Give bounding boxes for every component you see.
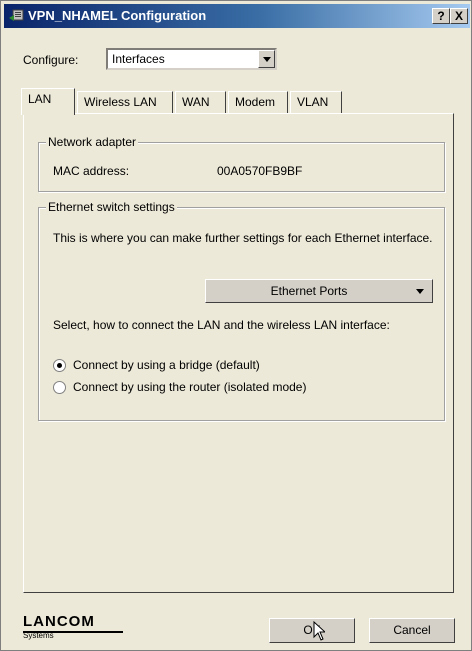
tab-vlan-label: VLAN xyxy=(297,95,329,109)
cancel-button-label: Cancel xyxy=(393,623,431,637)
tab-lan[interactable]: LAN xyxy=(21,88,75,115)
mac-address-label: MAC address: xyxy=(53,164,130,178)
bridge-radio[interactable] xyxy=(53,359,66,372)
router-radio[interactable] xyxy=(53,381,66,394)
tab-wireless-lan[interactable]: Wireless LAN xyxy=(77,91,173,113)
chevron-down-icon xyxy=(263,57,271,62)
ethernet-switch-legend: Ethernet switch settings xyxy=(46,200,177,214)
configure-label: Configure: xyxy=(23,53,79,67)
ok-button[interactable]: OK xyxy=(269,618,355,643)
tab-lan-label: LAN xyxy=(28,92,52,106)
help-button[interactable]: ? xyxy=(432,8,450,24)
brand-subtitle: Systems xyxy=(23,631,54,640)
ethernet-ports-button[interactable]: Ethernet Ports xyxy=(205,279,433,303)
brand-name: LANCOM xyxy=(23,613,95,630)
window-title: VPN_NHAMEL Configuration xyxy=(28,8,207,23)
mac-address-value: 00A0570FB9BF xyxy=(217,164,303,178)
router-radio-label[interactable]: Connect by using the router (isolated mo… xyxy=(73,380,306,394)
tab-modem-label: Modem xyxy=(235,95,276,109)
title-bar[interactable]: VPN_NHAMEL Configuration ? X xyxy=(4,4,470,28)
mouse-cursor-icon xyxy=(313,621,325,641)
tab-vlan[interactable]: VLAN xyxy=(290,91,342,113)
lan-tab-panel: Network adapter MAC address: 00A0570FB9B… xyxy=(23,113,454,593)
configuration-dialog: VPN_NHAMEL Configuration ? X Configure: … xyxy=(0,0,472,651)
ethernet-switch-description: This is where you can make further setti… xyxy=(53,231,433,245)
connection-select-text: Select, how to connect the LAN and the w… xyxy=(53,318,390,332)
tab-modem[interactable]: Modem xyxy=(228,91,288,113)
network-config-icon xyxy=(9,9,24,21)
network-adapter-group: Network adapter MAC address: 00A0570FB9B… xyxy=(38,135,445,192)
bridge-radio-label[interactable]: Connect by using a bridge (default) xyxy=(73,358,260,372)
ethernet-ports-label: Ethernet Ports xyxy=(270,284,348,298)
radio-selected-dot xyxy=(57,363,62,368)
tab-wan[interactable]: WAN xyxy=(175,91,226,113)
tab-wan-label: WAN xyxy=(182,95,210,109)
ethernet-switch-group: Ethernet switch settings This is where y… xyxy=(38,200,445,421)
dropdown-button[interactable] xyxy=(258,50,275,68)
configure-select[interactable]: Interfaces xyxy=(106,48,277,70)
chevron-down-icon xyxy=(416,289,424,294)
configure-select-value: Interfaces xyxy=(112,52,165,66)
cancel-button[interactable]: Cancel xyxy=(369,618,455,643)
close-button[interactable]: X xyxy=(450,8,468,24)
network-adapter-legend: Network adapter xyxy=(46,135,139,149)
lancom-logo: LANCOM Systems xyxy=(23,613,123,640)
tab-wireless-lan-label: Wireless LAN xyxy=(84,95,157,109)
